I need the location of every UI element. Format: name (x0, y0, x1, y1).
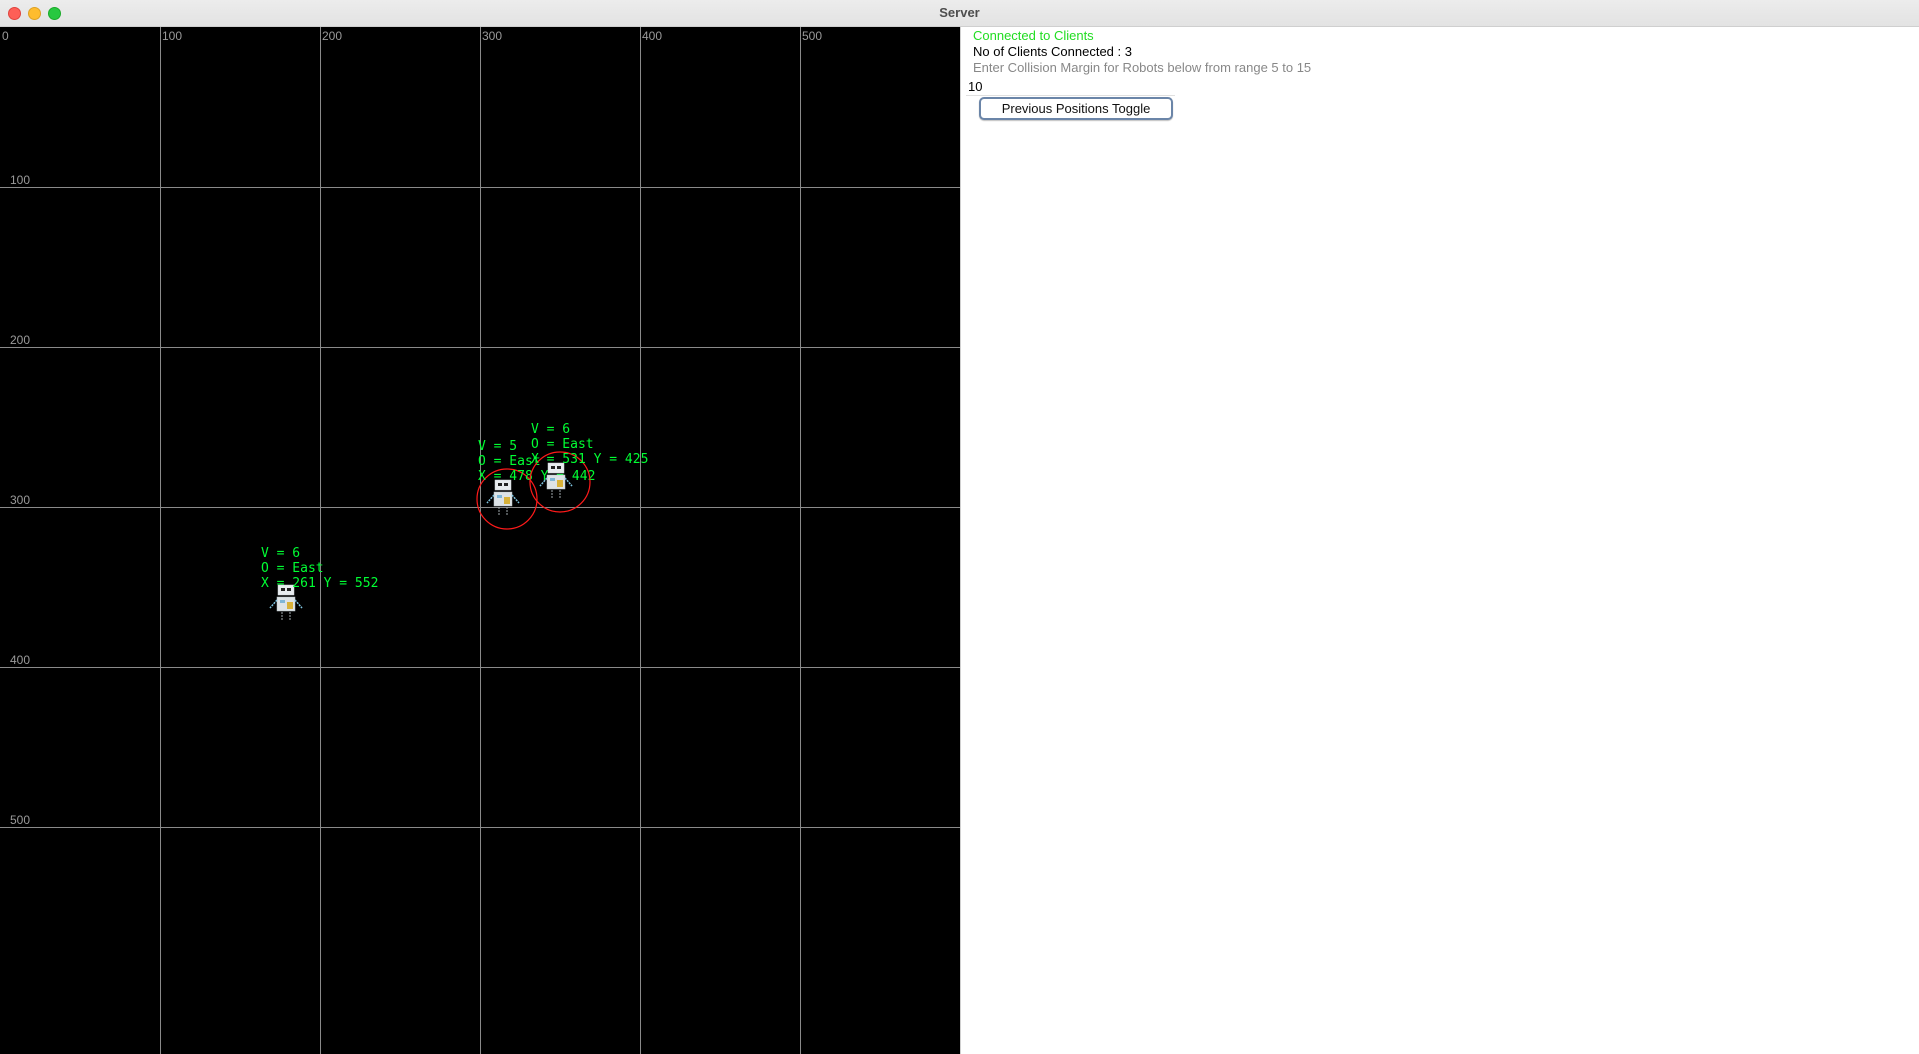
x-axis-label: 400 (642, 29, 662, 43)
server-window: Server 0 100 200 300 400 500 100 200 300 400 500 V … (0, 0, 1919, 1054)
arena-svg: 0 100 200 300 400 500100200300400500V = 6O = … (0, 27, 960, 1054)
robot-velocity-label: V = 6 (261, 546, 300, 561)
previous-positions-toggle-button[interactable]: Previous Positions Toggle (979, 97, 1173, 120)
y-axis-label: 400 (10, 653, 30, 667)
arena-canvas: 0 100 200 300 400 500 100 200 300 400 500 V = 6O = … (0, 27, 960, 1054)
x-axis-label: 200 (322, 29, 342, 43)
window-title: Server (939, 5, 980, 20)
y-axis-label: 100 (10, 173, 30, 187)
robot-position-label: X = 261 Y = 552 (261, 576, 378, 591)
y-axis-label: 200 (10, 333, 30, 347)
x-axis-label: 0 (2, 29, 9, 43)
robot-velocity-label: V = 6 (531, 422, 570, 437)
robot-position-label: X = 478 Y = 442 (478, 469, 595, 484)
x-axis-label: 300 (482, 29, 502, 43)
robot-position-label: X = 531 Y = 425 (531, 452, 648, 467)
y-axis-label: 500 (10, 813, 30, 827)
collision-margin-prompt: Enter Collision Margin for Robots below … (973, 60, 1312, 75)
title-bar: Server (0, 0, 1919, 27)
control-panel: Connected to Clients No of Clients Conne… (960, 27, 1919, 1054)
y-axis-label: 300 (10, 493, 30, 507)
robot-velocity-label: V = 5 (478, 439, 517, 454)
robot-orientation-label: O = East (261, 561, 324, 576)
connection-status: Connected to Clients (973, 28, 1094, 43)
collision-margin-input[interactable] (966, 78, 1175, 96)
x-axis-label: 500 (802, 29, 822, 43)
x-axis-label: 100 (162, 29, 182, 43)
robot-orientation-label: O = East (531, 437, 594, 452)
client-count-label: No of Clients Connected : 3 (973, 44, 1132, 59)
robot-icon (486, 479, 520, 515)
